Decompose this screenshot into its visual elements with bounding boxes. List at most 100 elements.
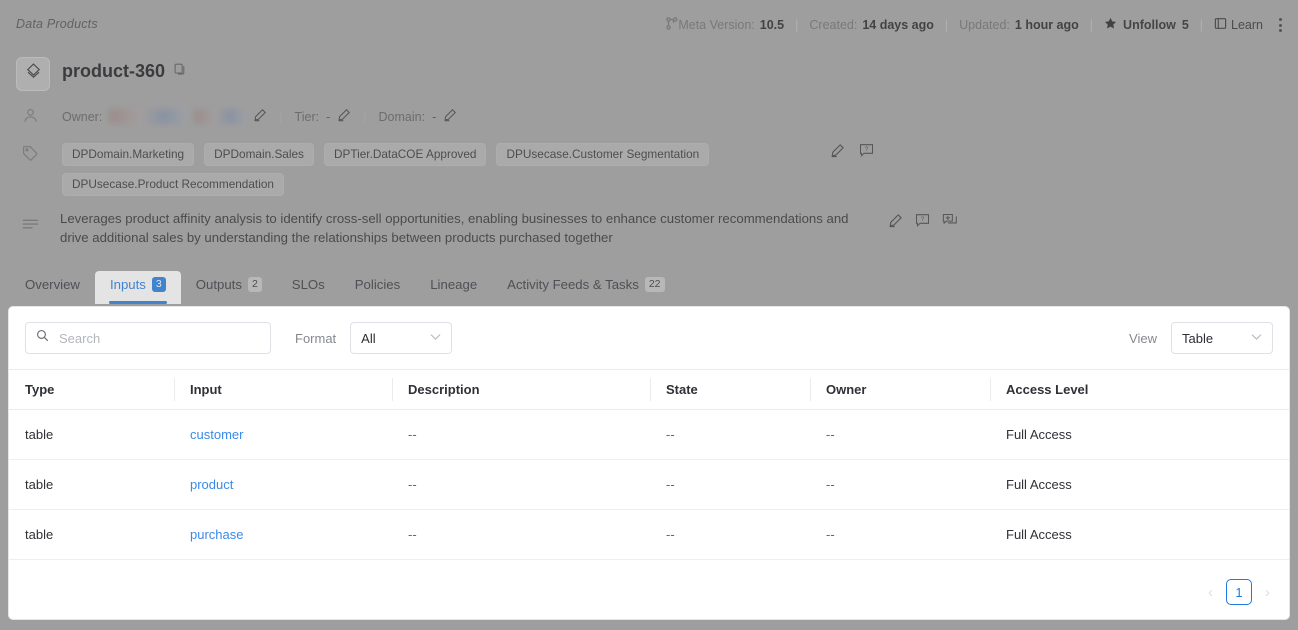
- tier-value: -: [326, 109, 331, 124]
- data-product-logo: [16, 57, 50, 91]
- learn-label: Learn: [1231, 18, 1263, 32]
- domain-value: -: [432, 109, 437, 124]
- column-header-access-level[interactable]: Access Level: [990, 369, 1289, 410]
- tag-list: DPDomain.Marketing DPDomain.Sales DPTier…: [62, 143, 822, 196]
- svg-text:?: ?: [865, 146, 869, 153]
- inputs-table: Type Input Description State Owner Acces…: [9, 369, 1289, 560]
- edit-description-icon[interactable]: [888, 213, 903, 233]
- created-value: 14 days ago: [862, 18, 934, 32]
- tag-item[interactable]: DPDomain.Marketing: [62, 143, 195, 166]
- edit-tier-icon[interactable]: [337, 108, 351, 125]
- tab-slos[interactable]: SLOs: [277, 271, 340, 304]
- cell-access-level: Full Access: [990, 459, 1289, 510]
- column-header-description[interactable]: Description: [392, 369, 650, 410]
- updated-label: Updated:: [959, 18, 1010, 32]
- updated-info: Updated: 1 hour ago: [959, 18, 1079, 32]
- copy-icon[interactable]: [174, 63, 186, 81]
- entity-tabs: Overview Inputs 3 Outputs 2 SLOs Policie…: [0, 271, 1298, 306]
- search-input[interactable]: [57, 329, 260, 347]
- owner-divider: |: [279, 109, 283, 124]
- input-link[interactable]: customer: [190, 427, 243, 442]
- view-select-value: Table: [1182, 330, 1214, 346]
- app-root: Data Products Meta Version: 10.5 | Creat…: [0, 0, 1298, 630]
- tab-policies[interactable]: Policies: [340, 271, 415, 304]
- tab-label: Lineage: [430, 277, 478, 292]
- cell-access-level: Full Access: [990, 509, 1289, 560]
- meta-version: Meta Version: 10.5: [678, 18, 784, 32]
- unfollow-button[interactable]: Unfollow 5: [1104, 17, 1189, 33]
- domain-label: Domain:: [378, 109, 426, 124]
- cell-input: product: [174, 459, 392, 510]
- edit-tags-icon[interactable]: [830, 143, 845, 163]
- cell-owner: --: [810, 509, 990, 560]
- pagination: ‹ 1 ›: [1205, 579, 1273, 605]
- tier-divider: |: [363, 109, 367, 124]
- tag-item[interactable]: DPUsecase.Product Recommendation: [62, 173, 284, 196]
- owner-tier-domain-row: Owner: | Tier: - | Domain: -: [62, 108, 457, 125]
- filter-bar: Format All View Table: [9, 307, 1289, 369]
- cell-state: --: [650, 459, 810, 510]
- owner-label: Owner:: [62, 109, 103, 124]
- description-lines-icon: [22, 218, 39, 237]
- chevron-down-icon: [430, 333, 441, 344]
- tab-overview[interactable]: Overview: [10, 271, 95, 304]
- tag-item[interactable]: DPDomain.Sales: [204, 143, 314, 166]
- owner-value-redacted: [109, 109, 188, 124]
- column-header-owner[interactable]: Owner: [810, 369, 990, 410]
- format-filter-label: Format: [295, 330, 337, 346]
- breadcrumb[interactable]: Data Products: [16, 17, 98, 31]
- tab-count-badge: 22: [644, 277, 665, 292]
- pagination-page-1[interactable]: 1: [1226, 579, 1252, 605]
- header-meta-bar: Meta Version: 10.5 | Created: 14 days ag…: [666, 17, 1282, 33]
- tab-outputs[interactable]: Outputs 2: [181, 271, 277, 304]
- chevron-down-icon: [1251, 333, 1262, 344]
- search-box[interactable]: [25, 322, 271, 354]
- cell-owner: --: [810, 459, 990, 510]
- tag-item[interactable]: DPUsecase.Customer Segmentation: [496, 143, 710, 166]
- git-branch-icon: [666, 17, 678, 33]
- meta-divider: |: [1199, 18, 1204, 32]
- format-select-value: All: [361, 330, 376, 346]
- edit-owner-icon[interactable]: [253, 108, 267, 125]
- tab-label: SLOs: [291, 277, 325, 292]
- meta-version-value: 10.5: [759, 18, 785, 32]
- more-options-button[interactable]: [1279, 18, 1282, 32]
- column-header-type[interactable]: Type: [9, 369, 174, 410]
- tags-help-icon[interactable]: ?: [859, 143, 874, 163]
- tab-count-badge: 2: [247, 277, 262, 292]
- tag-item[interactable]: DPTier.DataCOE Approved: [323, 143, 487, 166]
- view-filter-label: View: [1129, 330, 1157, 346]
- entity-header-section: Data Products Meta Version: 10.5 | Creat…: [0, 0, 1298, 306]
- learn-button[interactable]: Learn: [1214, 17, 1263, 33]
- column-header-input[interactable]: Input: [174, 369, 392, 410]
- format-select[interactable]: All: [350, 322, 453, 354]
- book-icon: [1214, 17, 1227, 33]
- tab-label: Policies: [354, 277, 401, 292]
- cell-input: customer: [174, 409, 392, 460]
- description-help-icon[interactable]: ?: [915, 213, 930, 233]
- column-header-state[interactable]: State: [650, 369, 810, 410]
- pagination-prev-button[interactable]: ‹: [1205, 580, 1216, 605]
- edit-domain-icon[interactable]: [443, 108, 457, 125]
- tab-activity-feeds-tasks[interactable]: Activity Feeds & Tasks 22: [492, 271, 679, 304]
- cell-state: --: [650, 509, 810, 560]
- view-select[interactable]: Table: [1171, 322, 1273, 354]
- cell-type: table: [9, 459, 174, 510]
- cell-description: --: [392, 409, 650, 460]
- svg-text:?: ?: [921, 216, 925, 223]
- meta-divider: |: [795, 18, 799, 32]
- tab-lineage[interactable]: Lineage: [415, 271, 492, 304]
- cell-owner: --: [810, 409, 990, 460]
- table-row: table purchase -- -- -- Full Access: [9, 509, 1289, 560]
- add-comment-icon[interactable]: [942, 213, 958, 233]
- tab-inputs[interactable]: Inputs 3: [94, 271, 181, 304]
- search-icon: [36, 329, 49, 347]
- updated-value: 1 hour ago: [1014, 18, 1079, 32]
- created-label: Created:: [809, 18, 858, 32]
- cell-input: purchase: [174, 509, 392, 560]
- cell-type: table: [9, 409, 174, 460]
- input-link[interactable]: product: [190, 477, 233, 492]
- pagination-next-button[interactable]: ›: [1262, 580, 1273, 605]
- input-link[interactable]: purchase: [190, 527, 243, 542]
- cell-state: --: [650, 409, 810, 460]
